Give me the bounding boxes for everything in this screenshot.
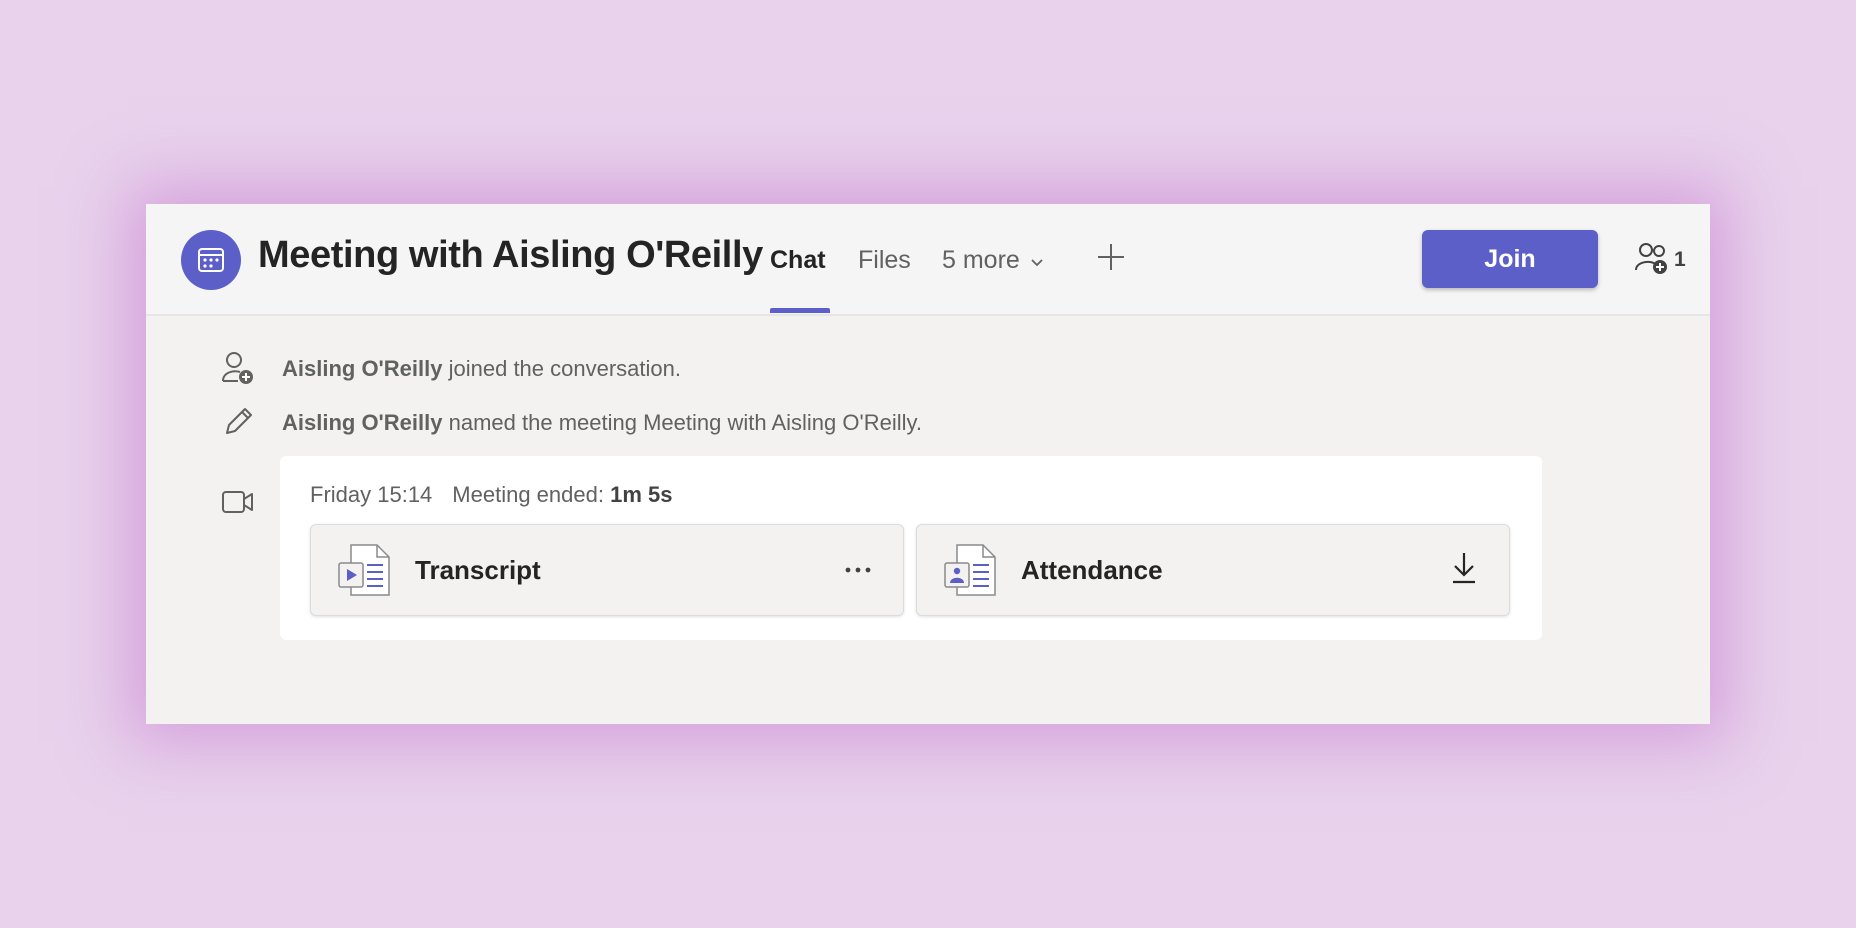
people-add-icon (1634, 240, 1670, 281)
event-text: Aisling O'Reilly joined the conversation… (282, 356, 681, 382)
transcript-card[interactable]: Transcript (310, 524, 904, 616)
attendance-label: Attendance (1021, 555, 1163, 585)
video-camera-icon (218, 482, 258, 522)
meeting-duration: 1m 5s (610, 482, 673, 507)
meeting-ended-label: Meeting ended: (452, 482, 611, 507)
page-title: Meeting with Aisling O'Reilly (258, 234, 763, 276)
meeting-chat-window: Meeting with Aisling O'Reilly Chat Files… (146, 204, 1710, 724)
active-tab-indicator (770, 308, 830, 313)
more-options-icon (844, 561, 872, 579)
event-renamed: Aisling O'Reilly named the meeting Meeti… (146, 402, 1710, 442)
chevron-down-icon (1030, 246, 1044, 275)
event-joined: Aisling O'Reilly joined the conversation… (146, 348, 1710, 388)
join-button[interactable]: Join (1422, 230, 1598, 288)
meeting-summary-card: Friday 15:14 Meeting ended: 1m 5s Transcr… (280, 456, 1542, 640)
attendance-card[interactable]: Attendance (916, 524, 1510, 616)
transcript-file-icon (337, 543, 391, 597)
meeting-meta: Friday 15:14 Meeting ended: 1m 5s (310, 482, 672, 508)
chat-header: Meeting with Aisling O'Reilly Chat Files… (146, 204, 1710, 316)
download-icon (1450, 551, 1478, 590)
add-tab-button[interactable] (1088, 236, 1134, 282)
event-actor: Aisling O'Reilly (282, 410, 443, 435)
event-actor: Aisling O'Reilly (282, 356, 443, 381)
meeting-time: Friday 15:14 (310, 482, 433, 507)
attendance-file-icon (943, 543, 997, 597)
event-text: Aisling O'Reilly named the meeting Meeti… (282, 410, 922, 436)
tab-chat[interactable]: Chat (770, 246, 826, 275)
plus-icon (1096, 242, 1126, 277)
person-add-icon (218, 348, 258, 388)
transcript-more-button[interactable] (835, 547, 881, 593)
pencil-icon (218, 402, 258, 442)
participants-count: 1 (1674, 248, 1686, 271)
participants-button[interactable]: 1 (1634, 240, 1686, 280)
event-description: named the meeting Meeting with Aisling O… (442, 410, 922, 435)
tab-more[interactable]: 5 more (942, 246, 1044, 275)
attendance-download-button[interactable] (1441, 547, 1487, 593)
calendar-icon (181, 230, 241, 290)
tab-more-label: 5 more (942, 246, 1020, 274)
tab-files[interactable]: Files (858, 246, 911, 275)
event-description: joined the conversation. (442, 356, 681, 381)
transcript-label: Transcript (415, 555, 541, 585)
